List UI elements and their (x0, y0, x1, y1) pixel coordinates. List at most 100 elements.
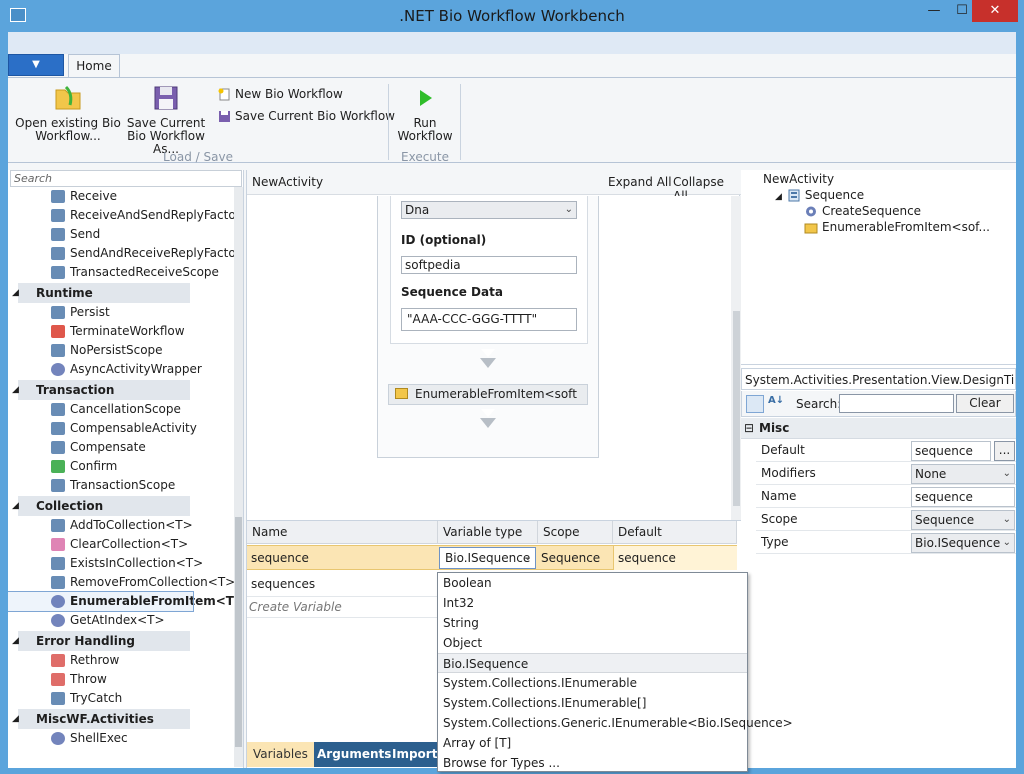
property-value-input[interactable]: sequence (911, 441, 991, 461)
save-as-button[interactable]: Save Current Bio Workflow As... (120, 83, 212, 156)
sort-alpha-icon[interactable]: A↓ (768, 395, 784, 406)
create-sequence-activity[interactable]: Dna ⌄ ID (optional) softpedia Sequence Da… (390, 196, 588, 344)
tab-home[interactable]: Home (68, 54, 120, 78)
canvas-scrollbar[interactable] (731, 196, 741, 520)
col-header-default[interactable]: Default (613, 521, 737, 544)
toolbox-category[interactable]: ◢ Runtime (12, 283, 190, 303)
id-input[interactable]: softpedia (401, 256, 577, 274)
scrollbar-thumb[interactable] (733, 311, 740, 506)
col-header-scope[interactable]: Scope (538, 521, 613, 544)
group-load-save-label: Load / Save (163, 150, 233, 164)
toolbox-item[interactable]: TryCatch (8, 689, 234, 708)
toolbox-item[interactable]: CancellationScope (8, 400, 234, 419)
property-combo[interactable]: Sequence ⌄ (911, 510, 1015, 530)
clear-button[interactable]: Clear (956, 394, 1014, 413)
toolbox-item[interactable]: ClearCollection<T> (8, 535, 234, 554)
app-menu-button[interactable]: ▼ (8, 54, 64, 76)
toolbox-item[interactable]: TerminateWorkflow (8, 322, 234, 341)
collapse-triangle-icon[interactable]: ◢ (12, 496, 19, 516)
category-misc[interactable]: ⊟ Misc (741, 418, 1016, 439)
collapse-icon[interactable]: ⊟ (744, 418, 754, 439)
collapse-triangle-icon[interactable]: ◢ (12, 283, 19, 303)
toolbox-scrollbar[interactable] (234, 187, 243, 767)
dropdown-option[interactable]: Int32 (438, 593, 747, 613)
toolbox-category[interactable]: ◢ Error Handling (12, 631, 190, 651)
toolbox-item[interactable]: NoPersistScope (8, 341, 234, 360)
scrollbar-thumb[interactable] (235, 517, 242, 747)
new-workflow-button[interactable]: New Bio Workflow (218, 85, 343, 103)
toolbox-item[interactable]: ShellExec (8, 729, 234, 748)
toolbox-category[interactable]: ◢ Collection (12, 496, 190, 516)
toolbox-item[interactable]: Persist (8, 303, 234, 322)
tab-arguments[interactable]: Arguments (311, 742, 397, 767)
categorized-view-icon[interactable] (746, 395, 764, 413)
table-row[interactable]: sequence Bio.ISequence ⌄ Sequence sequenc… (247, 545, 737, 570)
dropdown-option[interactable]: System.Collections.IEnumerable[] (438, 693, 747, 713)
dropdown-option[interactable]: Bio.ISequence (438, 653, 747, 673)
dropdown-option[interactable]: Object (438, 633, 747, 653)
toolbox-item[interactable]: ReceiveAndSendReplyFactory (8, 206, 234, 225)
save-workflow-button[interactable]: Save Current Bio Workflow (218, 107, 395, 125)
var-name-cell[interactable]: sequences (247, 572, 437, 596)
tree-collapse-icon[interactable]: ◢ (775, 192, 782, 202)
toolbox-item[interactable]: ExistsInCollection<T> (8, 554, 234, 573)
variable-type-combo[interactable]: Bio.ISequence ⌄ (439, 547, 536, 569)
dropdown-option[interactable]: System.Collections.Generic.IEnumerable<B… (438, 713, 793, 733)
toolbox-item[interactable]: CompensableActivity (8, 419, 234, 438)
var-name-cell[interactable]: sequence (247, 546, 437, 570)
col-header-variable-type[interactable]: Variable type (438, 521, 538, 544)
breadcrumb[interactable]: NewActivity (252, 175, 323, 189)
close-button[interactable]: ✕ (972, 0, 1018, 22)
collapse-triangle-icon[interactable]: ◢ (12, 709, 19, 729)
minimize-button[interactable]: — (920, 0, 948, 22)
property-combo[interactable]: None ⌄ (911, 464, 1015, 484)
dropdown-option[interactable]: String (438, 613, 747, 633)
toolbox-item[interactable]: TransactionScope (8, 476, 234, 495)
tree-node-root[interactable]: NewActivity (741, 171, 1016, 187)
toolbox-item[interactable]: Throw (8, 670, 234, 689)
collapse-triangle-icon[interactable]: ◢ (12, 380, 19, 400)
sequence-data-input[interactable]: "AAA-CCC-GGG-TTTT" (401, 308, 577, 331)
alphabet-combo[interactable]: Dna ⌄ (401, 201, 577, 219)
var-default-cell[interactable]: sequence (613, 546, 737, 570)
dropdown-option[interactable]: System.Collections.IEnumerable (438, 673, 747, 693)
create-variable-placeholder[interactable]: Create Variable (249, 597, 342, 617)
dropdown-option[interactable]: Array of [T] (438, 733, 747, 753)
tab-variables[interactable]: Variables (247, 742, 314, 767)
open-existing-button[interactable]: Open existing Bio Workflow... (14, 83, 122, 143)
toolbox-item[interactable]: SendAndReceiveReplyFactory (8, 244, 234, 263)
toolbox-item[interactable]: Send (8, 225, 234, 244)
run-workflow-button[interactable]: Run Workflow (394, 83, 456, 143)
toolbox-item[interactable]: EnumerableFromItem<T> (8, 591, 234, 612)
property-value-input[interactable]: sequence (911, 487, 1015, 507)
toolbox-search-input[interactable]: Search (10, 170, 242, 187)
toolbox-category[interactable]: ◢ Transaction (12, 380, 190, 400)
collapse-triangle-icon[interactable]: ◢ (12, 631, 19, 651)
property-combo[interactable]: Bio.ISequence ⌄ (911, 533, 1015, 553)
property-search-input[interactable] (839, 394, 954, 413)
dropdown-option[interactable]: Boolean (438, 573, 747, 593)
toolbox-item[interactable]: TransactedReceiveScope (8, 263, 234, 282)
ellipsis-button[interactable]: ... (994, 441, 1015, 461)
expand-all-link[interactable]: Expand All (608, 175, 672, 189)
sequence-activity[interactable]: Dna ⌄ ID (optional) softpedia Sequence Da… (377, 196, 599, 458)
tree-node-sequence[interactable]: ◢ Sequence (741, 187, 1016, 203)
toolbox-item[interactable]: GetAtIndex<T> (8, 611, 234, 630)
toolbox-item[interactable]: RemoveFromCollection<T> (8, 573, 234, 592)
tree-node-enumerable[interactable]: EnumerableFromItem<sof... (741, 219, 1016, 235)
toolbox-category[interactable]: ◢ MiscWF.Activities (12, 709, 190, 729)
run-workflow-label: Run Workflow (397, 116, 453, 143)
toolbox-category-label: Error Handling (36, 634, 136, 648)
col-header-name[interactable]: Name (247, 521, 438, 544)
enumerable-activity[interactable]: EnumerableFromItem<soft (388, 384, 588, 405)
toolbox-item[interactable]: AsyncActivityWrapper (8, 360, 234, 379)
toolbox-item[interactable]: Compensate (8, 438, 234, 457)
toolbox-item[interactable]: Receive (8, 187, 234, 206)
toolbox-item[interactable]: AddToCollection<T> (8, 516, 234, 535)
toolbox-item-label: Compensate (70, 440, 146, 454)
toolbox-item[interactable]: Confirm (8, 457, 234, 476)
tree-node-create-sequence[interactable]: CreateSequence (741, 203, 1016, 219)
dropdown-option[interactable]: Browse for Types ... (438, 753, 747, 773)
var-scope-cell[interactable]: Sequence (537, 546, 612, 570)
toolbox-item[interactable]: Rethrow (8, 651, 234, 670)
